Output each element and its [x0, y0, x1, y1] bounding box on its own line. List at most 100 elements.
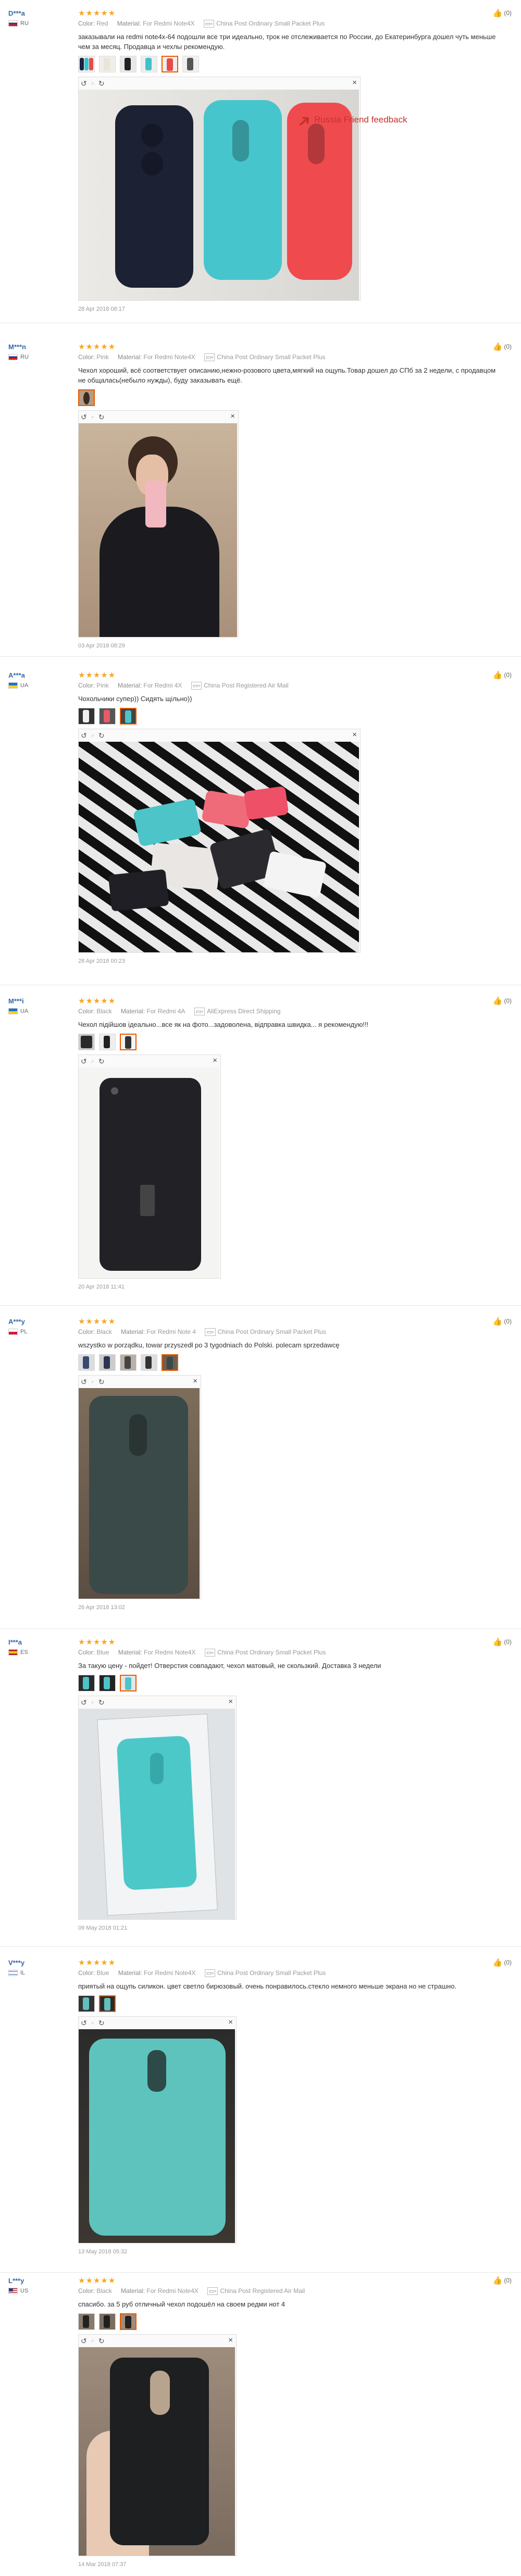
rotate-left-icon[interactable]: ↺ — [81, 1378, 87, 1387]
thumbs-up-icon: 👍 — [492, 2276, 503, 2285]
user-name[interactable]: I***a — [8, 1638, 71, 1646]
shipping-truck-icon: ▭▫ — [204, 353, 215, 361]
rotate-right-icon[interactable]: ↻ — [98, 79, 105, 88]
photo-thumbnail-selected[interactable] — [120, 1675, 137, 1691]
helpful-button[interactable]: 👍 (0) — [493, 1637, 512, 1647]
order-info: Color: Black Material: For Redmi Note4X … — [78, 2287, 505, 2295]
rotate-left-icon[interactable]: ↺ — [81, 2019, 87, 2028]
photo-thumbnails — [78, 2313, 505, 2330]
close-icon[interactable]: × — [352, 78, 357, 87]
rotate-right-icon[interactable]: ↻ — [98, 2337, 105, 2346]
photo-thumbnail[interactable] — [78, 56, 95, 72]
photo-thumbnail-selected[interactable] — [162, 1354, 178, 1371]
photo-thumbnail[interactable] — [182, 56, 199, 72]
photo-thumbnail[interactable] — [120, 56, 137, 72]
zoom-icon[interactable]: ⌕ — [91, 1699, 94, 1706]
photo-thumbnail[interactable] — [120, 1354, 137, 1371]
photo-thumbnail[interactable] — [99, 56, 116, 72]
feedback-item: V***y IL ★★★★★ Color: Blue Material: For… — [0, 1949, 521, 2273]
user-name[interactable]: V***y — [8, 1959, 71, 1967]
shipping-truck-icon: ▭▫ — [205, 1328, 216, 1336]
zoom-icon[interactable]: ⌕ — [91, 80, 94, 87]
color-value: Red — [96, 20, 108, 27]
material-label: Material: — [118, 1969, 142, 1977]
close-icon[interactable]: × — [213, 1056, 217, 1065]
country-code: IL — [20, 1970, 26, 1976]
user-info: I***a ES — [8, 1638, 71, 1655]
helpful-button[interactable]: 👍 (0) — [493, 2276, 512, 2285]
review-photo — [79, 2029, 235, 2243]
user-name[interactable]: L***y — [8, 2277, 71, 2285]
rotate-left-icon[interactable]: ↺ — [81, 2337, 87, 2346]
rotate-right-icon[interactable]: ↻ — [98, 413, 105, 422]
country-code: RU — [20, 354, 29, 360]
user-country: IL — [8, 1970, 71, 1976]
rotate-right-icon[interactable]: ↻ — [98, 1378, 105, 1387]
zoom-icon[interactable]: ⌕ — [91, 2338, 94, 2345]
photo-viewer: ↺ ⌕ ↻ × — [78, 729, 361, 953]
photo-thumbnail-selected[interactable] — [99, 1995, 116, 2012]
rotate-right-icon[interactable]: ↻ — [98, 2019, 105, 2028]
photo-thumbnail[interactable] — [99, 2313, 116, 2330]
rotate-left-icon[interactable]: ↺ — [81, 413, 87, 422]
photo-thumbnail[interactable] — [78, 1995, 95, 2012]
shipping-truck-icon: ▭▫ — [191, 682, 202, 690]
order-info: Color: Black Material: For Redmi Note 4 … — [78, 1328, 505, 1336]
helpful-button[interactable]: 👍 (0) — [493, 1317, 512, 1326]
color-value: Blue — [96, 1649, 109, 1656]
zoom-icon[interactable]: ⌕ — [91, 1058, 94, 1065]
order-info: Color: Black Material: For Redmi 4A ▭▫ Al… — [78, 1008, 505, 1015]
rotate-right-icon[interactable]: ↻ — [98, 731, 105, 740]
zoom-icon[interactable]: ⌕ — [91, 732, 94, 739]
close-icon[interactable]: × — [193, 1377, 197, 1385]
photo-thumbnail[interactable] — [99, 1675, 116, 1691]
flag-icon — [8, 1649, 18, 1655]
shipping-method: AliExpress Direct Shipping — [207, 1008, 281, 1015]
rotate-left-icon[interactable]: ↺ — [81, 79, 87, 88]
photo-thumbnail-selected[interactable] — [120, 2313, 137, 2330]
user-name[interactable]: M***n — [8, 343, 71, 351]
photo-thumbnail[interactable] — [78, 2313, 95, 2330]
shipping-method: China Post Ordinary Small Packet Plus — [216, 20, 325, 27]
user-name[interactable]: D***a — [8, 9, 71, 17]
photo-thumbnail[interactable] — [78, 708, 95, 725]
close-icon[interactable]: × — [352, 730, 357, 739]
photo-thumbnail[interactable] — [141, 56, 157, 72]
photo-thumbnail[interactable] — [78, 1354, 95, 1371]
photo-thumbnail-selected[interactable] — [120, 708, 137, 725]
star-rating: ★★★★★ — [78, 1958, 116, 1967]
photo-thumbnails — [78, 1034, 505, 1050]
user-name[interactable]: A***y — [8, 1318, 71, 1326]
close-icon[interactable]: × — [228, 2336, 233, 2345]
helpful-button[interactable]: 👍 (0) — [493, 670, 512, 680]
material-label: Material: — [121, 1008, 145, 1015]
rotate-right-icon[interactable]: ↻ — [98, 1698, 105, 1707]
close-icon[interactable]: × — [228, 1697, 233, 1706]
photo-thumbnail[interactable] — [78, 1675, 95, 1691]
close-icon[interactable]: × — [228, 2018, 233, 2027]
rotate-left-icon[interactable]: ↺ — [81, 731, 87, 740]
zoom-icon[interactable]: ⌕ — [91, 414, 94, 421]
rotate-left-icon[interactable]: ↺ — [81, 1057, 87, 1066]
photo-thumbnail[interactable] — [141, 1354, 157, 1371]
helpful-button[interactable]: 👍 (0) — [493, 8, 512, 18]
photo-thumbnail-selected[interactable] — [120, 1034, 137, 1050]
helpful-button[interactable]: 👍 (0) — [493, 1958, 512, 1967]
photo-thumbnail[interactable] — [99, 1034, 116, 1050]
photo-thumbnail[interactable] — [78, 1034, 95, 1050]
photo-thumbnail-selected[interactable] — [78, 389, 95, 406]
helpful-button[interactable]: 👍 (0) — [493, 996, 512, 1005]
photo-thumbnail[interactable] — [99, 1354, 116, 1371]
photo-thumbnail[interactable] — [99, 708, 116, 725]
feedback-item: A***y PL ★★★★★ Color: Black Material: Fo… — [0, 1308, 521, 1629]
user-name[interactable]: M***i — [8, 997, 71, 1005]
rotate-left-icon[interactable]: ↺ — [81, 1698, 87, 1707]
zoom-icon[interactable]: ⌕ — [91, 2020, 94, 2027]
photo-thumbnail-selected[interactable] — [162, 56, 178, 72]
close-icon[interactable]: × — [230, 412, 235, 421]
color-label: Color: — [78, 20, 95, 27]
rotate-right-icon[interactable]: ↻ — [98, 1057, 105, 1066]
user-name[interactable]: A***a — [8, 671, 71, 679]
zoom-icon[interactable]: ⌕ — [91, 1379, 94, 1385]
helpful-button[interactable]: 👍 (0) — [493, 342, 512, 351]
